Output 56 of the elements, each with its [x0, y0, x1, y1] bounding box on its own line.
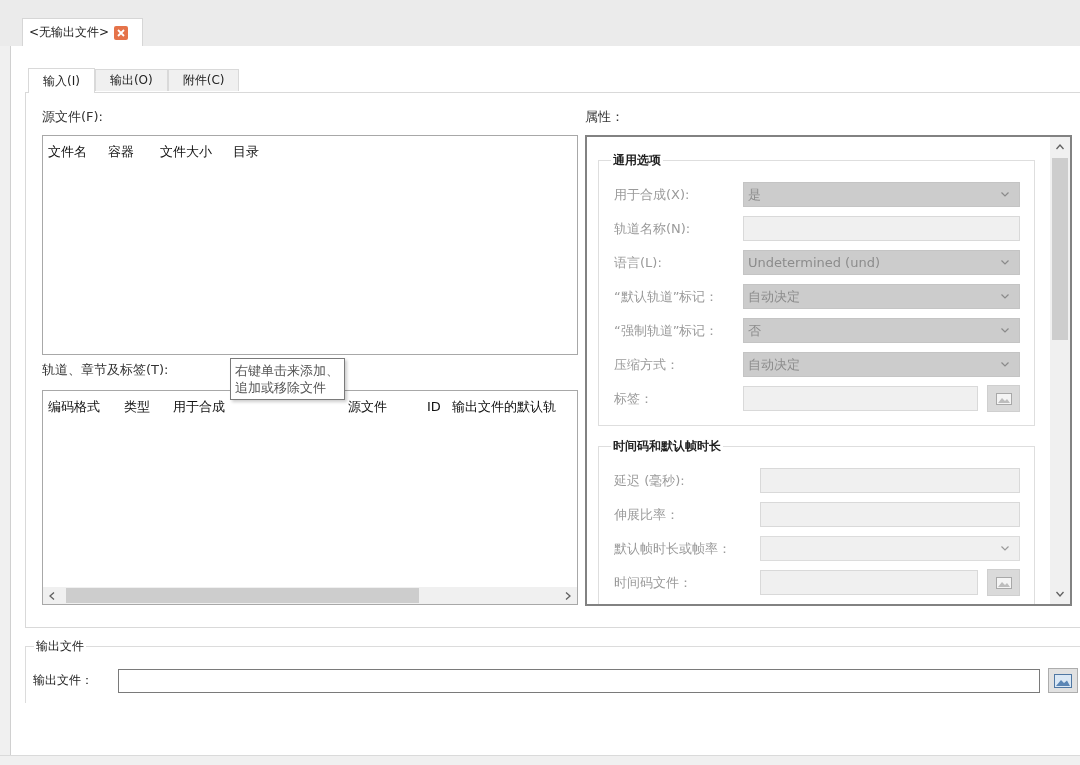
tab[interactable]: 输出(O) [94, 69, 168, 91]
column-header[interactable]: ID [427, 398, 441, 415]
browse-button[interactable] [987, 385, 1020, 412]
column-header[interactable]: 编码格式 [48, 398, 100, 415]
picture-icon [1054, 673, 1072, 688]
section-label: 属性： [585, 108, 624, 126]
field-label: “默认轨道”标记： [614, 287, 719, 306]
caret-icon [1001, 260, 1009, 265]
field-label: 语言(L): [614, 253, 662, 272]
browse-button[interactable] [1048, 668, 1078, 693]
field-label: 压缩方式： [614, 355, 679, 374]
chevron-right-icon[interactable] [565, 591, 571, 600]
caret-icon [1001, 362, 1009, 367]
chevron-up-icon[interactable] [1056, 144, 1064, 150]
section-label: 轨道、章节及标签(T): [42, 361, 169, 379]
tab[interactable]: 输入(I) [28, 68, 95, 93]
field-label: “强制轨道”标记： [614, 321, 719, 340]
field-label: 标签： [614, 389, 653, 408]
column-header[interactable]: 目录 [233, 143, 259, 160]
close-icon[interactable] [114, 25, 129, 40]
column-header[interactable]: 输出文件的默认轨 [452, 398, 556, 415]
picture-icon [995, 576, 1012, 589]
tab[interactable]: 附件(C) [167, 69, 240, 91]
vertical-scrollbar[interactable] [1050, 137, 1070, 604]
column-header[interactable]: 用于合成 [173, 398, 225, 415]
column-header[interactable]: 文件名 [48, 143, 87, 160]
column-header[interactable]: 源文件 [348, 398, 387, 415]
field-label: 伸展比率： [614, 505, 679, 524]
group-title: 时间码和默认帧时长 [612, 438, 722, 454]
column-header[interactable]: 容器 [108, 143, 134, 160]
field-label: 延迟 (毫秒): [614, 471, 685, 490]
caret-icon [1001, 192, 1009, 197]
group-title: 输出文件 [35, 638, 85, 654]
scrollbar-thumb[interactable] [1052, 158, 1068, 340]
file-path-field[interactable] [118, 668, 1040, 693]
chevron-down-icon[interactable] [1056, 591, 1064, 597]
document-tab[interactable]: <无输出文件> [22, 18, 144, 46]
field-label: 时间码文件： [614, 573, 692, 592]
column-header[interactable]: 文件大小 [160, 143, 212, 160]
field-label: 默认帧时长或帧率： [614, 539, 731, 558]
group-title: 通用选项 [612, 152, 662, 168]
chevron-left-icon[interactable] [49, 591, 55, 600]
file-list[interactable]: 文件名 容器 文件大小 目录 [42, 135, 578, 355]
section-label: 源文件(F): [42, 108, 103, 126]
scrollbar-thumb[interactable] [66, 588, 419, 603]
caret-icon [1001, 328, 1009, 333]
column-header[interactable]: 类型 [124, 398, 150, 415]
caret-icon [1001, 294, 1009, 299]
picture-icon [995, 392, 1012, 405]
field-label: 输出文件： [33, 672, 93, 689]
field-label: 用于合成(X): [614, 185, 690, 204]
horizontal-scrollbar[interactable] [43, 587, 577, 604]
tooltip: 右键单击来添加、追加或移除文件 [230, 358, 346, 400]
browse-button[interactable] [987, 569, 1020, 596]
caret-icon [1001, 546, 1009, 551]
field-label: 轨道名称(N): [614, 219, 691, 238]
